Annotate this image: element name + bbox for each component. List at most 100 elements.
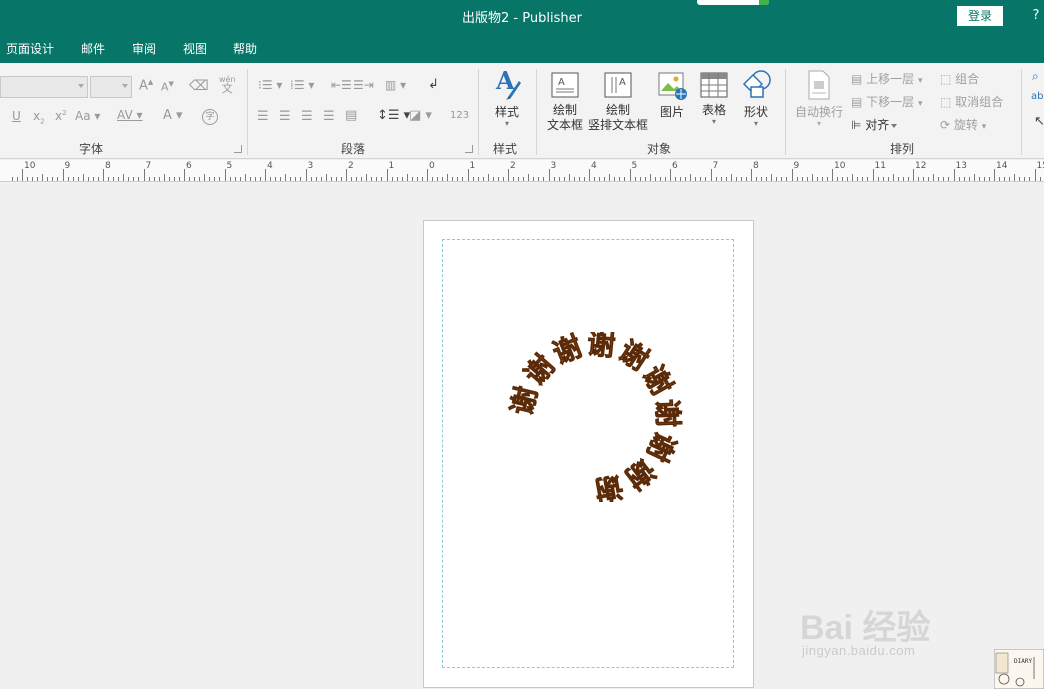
shading-icon[interactable]: ◪ ▾: [409, 108, 432, 123]
ruler-tick: [654, 177, 656, 181]
svg-text:A: A: [619, 77, 626, 88]
ruler-label: 14: [996, 161, 1008, 171]
enclose-character-icon[interactable]: 字: [202, 109, 218, 125]
ruler-tick: [178, 177, 180, 181]
ruler-tick: [168, 177, 170, 181]
tab-review[interactable]: 审阅: [132, 40, 156, 57]
ruler-tick: [528, 174, 530, 181]
ruler-label: 10: [24, 161, 36, 171]
align-left-icon[interactable]: ☰: [257, 109, 269, 124]
tab-page-design[interactable]: 页面设计: [6, 40, 54, 57]
help-button[interactable]: ?: [1029, 6, 1043, 26]
ruler-tick: [346, 169, 347, 181]
show-formatting-icon[interactable]: ↲: [428, 77, 439, 92]
select-cursor-icon[interactable]: ↖: [1034, 114, 1044, 129]
tab-help[interactable]: 帮助: [233, 40, 257, 57]
find-icon[interactable]: ⌕: [1032, 69, 1039, 84]
increase-indent-icon[interactable]: ☰⇥: [353, 78, 374, 92]
ruler-tick: [224, 169, 226, 181]
ruler-tick: [816, 177, 818, 181]
ruler-tick: [67, 177, 69, 181]
group-separator: [536, 69, 537, 155]
ruler-tick: [649, 174, 651, 181]
subscript-icon[interactable]: x2: [33, 109, 45, 125]
bullets-icon[interactable]: ⁝☰ ▾: [258, 78, 282, 92]
font-color-icon[interactable]: A ▾: [163, 108, 183, 123]
align-right-icon[interactable]: ☰: [301, 109, 313, 124]
ruler-tick: [533, 177, 535, 181]
ruler-tick: [578, 177, 580, 181]
picture-button[interactable]: 图片: [652, 71, 692, 120]
ruler-tick: [928, 177, 930, 181]
ruler-tick: [513, 177, 515, 181]
ruler-label: 8: [753, 161, 759, 171]
distributed-icon[interactable]: ▤: [345, 108, 357, 123]
shapes-button[interactable]: 形状 ▾: [736, 69, 776, 128]
ruler-tick: [1004, 177, 1006, 181]
ruler-tick: [57, 177, 59, 181]
ruler-tick: [508, 169, 509, 181]
login-button[interactable]: 登录: [957, 6, 1003, 26]
send-backward-button[interactable]: ▤ 下移一层 ▾: [851, 93, 923, 110]
font-name-combo[interactable]: [0, 76, 88, 98]
wrap-text-icon: [808, 70, 830, 100]
tab-mailings[interactable]: 邮件: [81, 40, 105, 57]
ruler-tick: [416, 177, 418, 181]
rotate-button[interactable]: ⟳ 旋转 ▾: [940, 116, 986, 133]
change-case-icon[interactable]: Aa ▾: [75, 109, 100, 123]
ruler-tick: [356, 177, 358, 181]
font-size-combo[interactable]: [90, 76, 132, 98]
bring-forward-button[interactable]: ▤ 上移一层 ▾: [851, 70, 923, 87]
ruler-tick: [1019, 177, 1021, 181]
ruler-tick: [351, 177, 353, 181]
table-button[interactable]: 表格 ▾: [695, 71, 733, 126]
replace-icon[interactable]: ab: [1031, 91, 1043, 102]
line-spacing-icon[interactable]: ↕☰ ▾: [377, 108, 410, 123]
decrease-indent-icon[interactable]: ⇤☰: [331, 78, 352, 92]
draw-vertical-textbox-button[interactable]: A 绘制 竖排文本框: [586, 71, 650, 133]
paragraph-group-label: 段落: [341, 142, 366, 156]
shrink-font-icon[interactable]: A▼: [161, 80, 174, 94]
group-button[interactable]: ⬚ 组合: [940, 70, 979, 87]
ruler-tick: [209, 177, 211, 181]
number-style-icon[interactable]: 123: [450, 110, 469, 121]
objects-group-label: 对象: [647, 142, 672, 156]
svg-text:A: A: [558, 77, 565, 88]
align-center-icon[interactable]: ☰: [279, 109, 291, 124]
justify-icon[interactable]: ☰: [323, 109, 335, 124]
styles-button[interactable]: A 样式 ▾: [487, 66, 527, 128]
underline-icon[interactable]: U: [12, 109, 21, 123]
ruler-tick: [968, 177, 970, 181]
ungroup-button[interactable]: ⬚ 取消组合: [940, 93, 1003, 110]
superscript-icon[interactable]: x2: [55, 109, 67, 123]
ruler-tick: [639, 177, 641, 181]
paragraph-dialog-launcher-icon[interactable]: [465, 145, 473, 153]
ruler-tick: [670, 169, 671, 181]
horizontal-ruler[interactable]: 109876543210123456789101112131415: [0, 160, 1044, 182]
picture-icon: [658, 72, 687, 100]
numbering-icon[interactable]: ⁞☰ ▾: [290, 78, 314, 92]
ruler-tick: [275, 177, 277, 181]
font-dialog-launcher-icon[interactable]: [234, 145, 242, 153]
phonetic-guide-icon[interactable]: wén 文: [219, 75, 236, 94]
ruler-tick: [882, 177, 884, 181]
ruler-tick: [558, 177, 560, 181]
character-spacing-icon[interactable]: AV ▾: [117, 108, 143, 122]
ruler-tick: [270, 177, 272, 181]
clear-format-icon[interactable]: ⌫: [189, 78, 209, 94]
ruler-tick: [492, 177, 494, 181]
ruler-tick: [386, 169, 388, 181]
font-group-label: 字体: [79, 142, 104, 156]
wrap-text-button[interactable]: 自动换行 ▾: [793, 69, 845, 128]
draw-textbox-button[interactable]: A 绘制 文本框: [544, 71, 586, 133]
ruler-tick: [735, 177, 737, 181]
ruler-tick: [108, 177, 110, 181]
align-button[interactable]: ⊫ 对齐: [851, 116, 898, 133]
ruler-tick: [715, 177, 717, 181]
circular-wordart[interactable]: 谢谢谢谢谢谢谢谢谢谢: [505, 332, 685, 502]
diary-sticker: DIARY: [994, 649, 1044, 689]
ruler-tick: [826, 177, 828, 181]
grow-font-icon[interactable]: A▲: [139, 78, 153, 93]
columns-icon[interactable]: ▥ ▾: [385, 78, 406, 92]
tab-view[interactable]: 视图: [183, 40, 207, 57]
